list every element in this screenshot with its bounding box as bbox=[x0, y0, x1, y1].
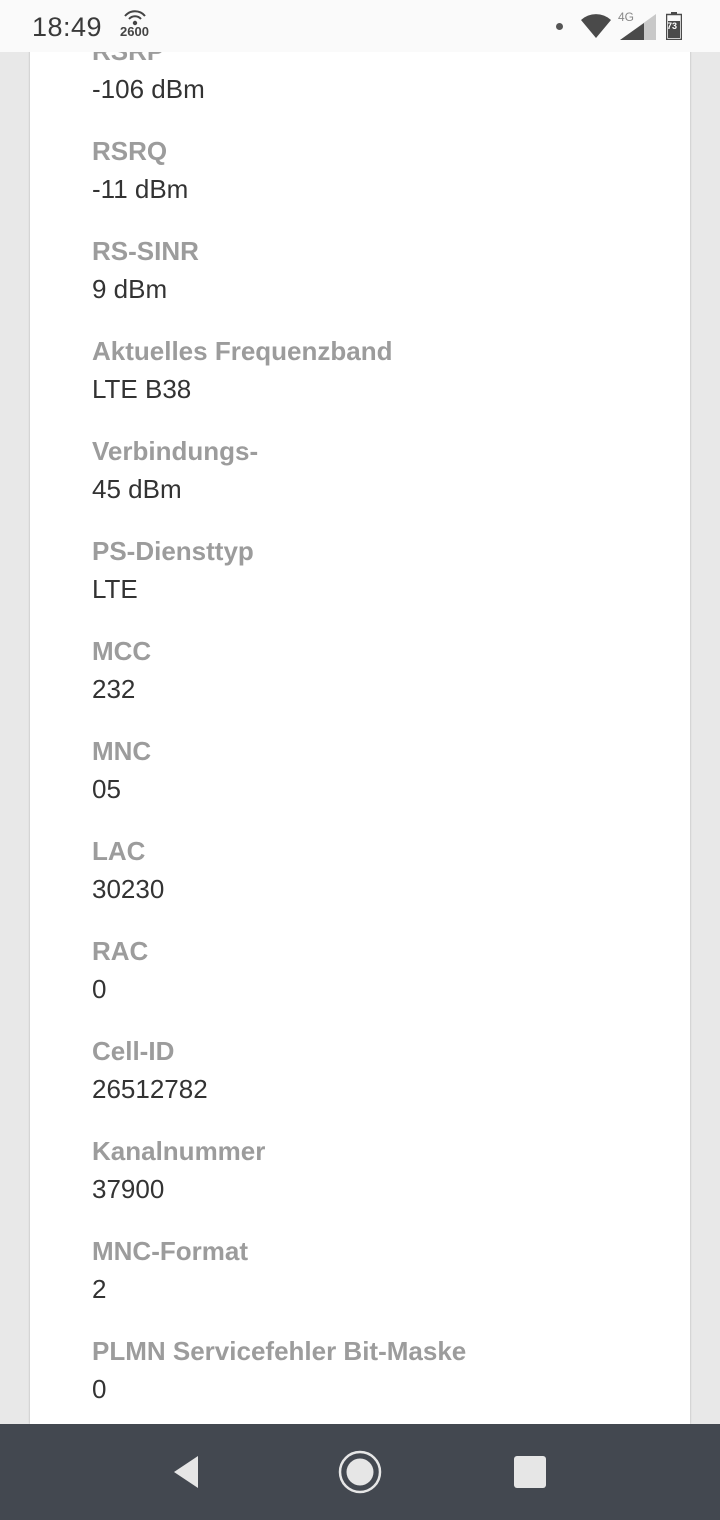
battery-icon: 73 bbox=[666, 12, 682, 40]
status-bar: 18:49 2600 4G 73 bbox=[0, 0, 720, 52]
field-label: MNC-Format bbox=[92, 1236, 248, 1266]
home-circle-icon bbox=[338, 1450, 382, 1494]
field-value: LTE B38 bbox=[92, 374, 192, 404]
field-label: RS-SINR bbox=[92, 236, 199, 266]
field-value: 30230 bbox=[92, 874, 165, 904]
field-value: 45 dBm bbox=[92, 474, 182, 504]
wifi-icon bbox=[581, 14, 611, 39]
field-label: RAC bbox=[92, 936, 149, 966]
field-value: 26512782 bbox=[92, 1074, 208, 1104]
field-label: Verbindungs- bbox=[92, 436, 259, 466]
field-value: 0 bbox=[92, 974, 107, 1004]
field-value: -106 dBm bbox=[92, 74, 205, 104]
field-value: 9 dBm bbox=[92, 274, 168, 304]
field-value: LTE bbox=[92, 574, 138, 604]
field-label: Cell-ID bbox=[92, 1036, 175, 1066]
field-label: PS-Diensttyp bbox=[92, 536, 254, 566]
field-label: MCC bbox=[92, 636, 152, 666]
field-label: PLMN Servicefehler Bit-Maske bbox=[92, 1336, 467, 1366]
field-value: 37900 bbox=[92, 1174, 165, 1204]
hotspot-label: 2600 bbox=[120, 24, 149, 39]
battery-level: 73 bbox=[667, 21, 678, 31]
navigation-bar bbox=[0, 1424, 720, 1520]
recents-square-icon bbox=[514, 1456, 546, 1488]
home-button[interactable] bbox=[336, 1448, 384, 1496]
hotspot-icon: 2600 bbox=[118, 10, 152, 42]
notification-dot-icon bbox=[556, 23, 563, 30]
recents-button[interactable] bbox=[506, 1448, 554, 1496]
cellular-signal-icon: 4G bbox=[618, 10, 658, 42]
back-button[interactable] bbox=[164, 1448, 212, 1496]
field-label: LAC bbox=[92, 836, 146, 866]
field-label: Aktuelles Frequenzband bbox=[92, 336, 393, 366]
field-label: RSRQ bbox=[92, 136, 168, 166]
field-value: 232 bbox=[92, 674, 136, 704]
field-value: 05 bbox=[92, 774, 121, 804]
status-time: 18:49 bbox=[32, 12, 103, 42]
field-value: -11 dBm bbox=[92, 174, 189, 204]
back-triangle-icon bbox=[174, 1456, 198, 1488]
field-value: 0 bbox=[92, 1374, 107, 1404]
field-label: MNC bbox=[92, 736, 152, 766]
info-card[interactable]: RSRP -106 dBm RSRQ -11 dBm RS-SINR 9 dBm… bbox=[30, 40, 690, 1424]
field-value: 2 bbox=[92, 1274, 107, 1304]
field-label: Kanalnummer bbox=[92, 1136, 266, 1166]
